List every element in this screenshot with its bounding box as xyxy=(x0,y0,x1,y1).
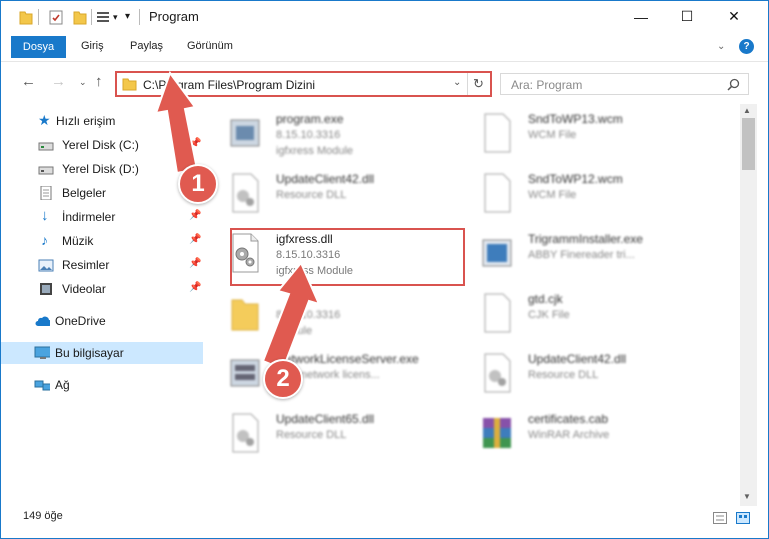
step-1-badge: 1 xyxy=(178,164,218,204)
explorer-window: ▾ ▾ Program — ☐ ✕ Dosya Giriş Paylaş Gör… xyxy=(0,0,769,539)
arrow-1 xyxy=(154,70,199,175)
arrow-2 xyxy=(261,261,321,371)
annotation-arrows xyxy=(154,70,321,371)
step-2-badge: 2 xyxy=(263,359,303,399)
